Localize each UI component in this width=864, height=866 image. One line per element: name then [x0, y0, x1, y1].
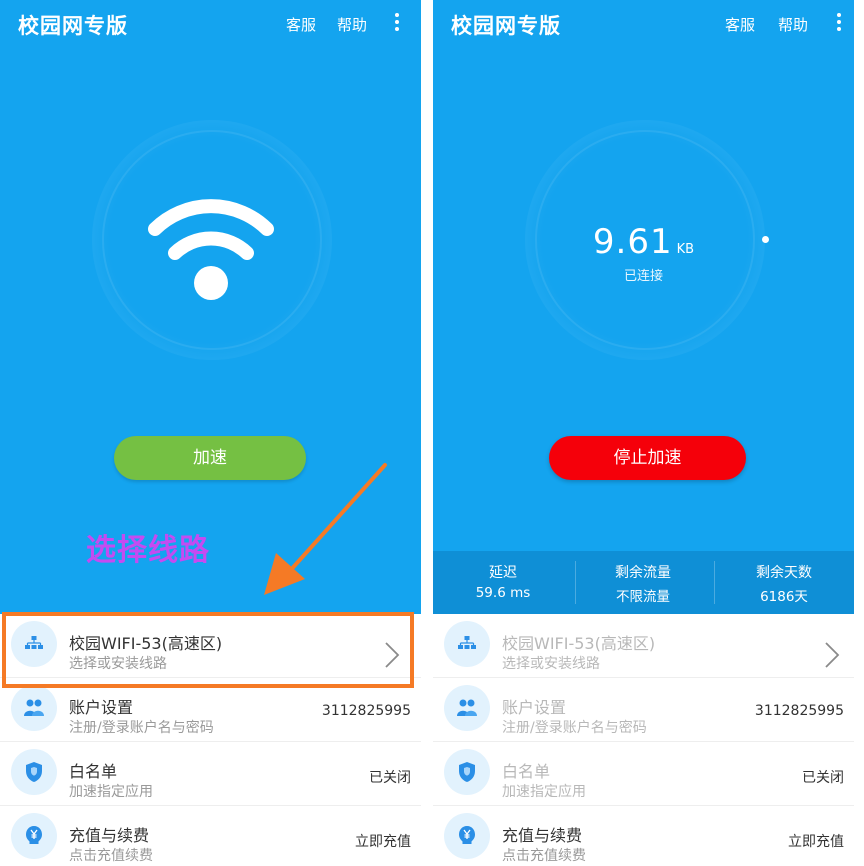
yuan-coin-icon	[11, 813, 57, 859]
more-options-icon[interactable]	[392, 13, 402, 35]
network-route-icon	[444, 621, 490, 667]
stat-label: 延迟	[489, 565, 517, 581]
recharge-subtitle: 点击充值续费	[69, 848, 153, 864]
list-item-whitelist[interactable]: 白名单 加速指定应用 已关闭	[433, 742, 854, 806]
account-id: 3112825995	[321, 703, 411, 719]
yuan-coin-icon	[444, 813, 490, 859]
route-subtitle: 选择或安装线路	[502, 656, 600, 672]
connection-status: 已连接	[623, 269, 663, 284]
list-item-recharge[interactable]: 充值与续费 点击充值续费 立即充值	[0, 806, 421, 866]
recharge-title: 充值与续费	[69, 826, 150, 845]
help-link[interactable]: 帮助	[337, 14, 367, 35]
wifi-icon	[148, 199, 274, 300]
whitelist-title: 白名单	[69, 762, 118, 781]
whitelist-title: 白名单	[502, 762, 551, 781]
stop-accelerate-button[interactable]: 停止加速	[549, 436, 746, 480]
stat-value: 不限流量	[616, 589, 670, 605]
route-highlight-box	[2, 612, 414, 688]
list-item-account[interactable]: 账户设置 注册/登录账户名与密码 3112825995	[433, 678, 854, 742]
speed-readout: 9.61 KB	[433, 222, 854, 262]
list-item-whitelist[interactable]: 白名单 加速指定应用 已关闭	[0, 742, 421, 806]
hero-area: 校园网专版 客服 帮助 9.61 KB 已连接 停止加速 延迟 59.6 ms 剩…	[433, 0, 854, 614]
list-item-recharge[interactable]: 充值与续费 点击充值续费 立即充值	[433, 806, 854, 866]
settings-list: 校园WIFI-53(高速区) 选择或安装线路 账户设置 注册/登录账户名与密码 …	[433, 614, 854, 866]
screen-connected: 校园网专版 客服 帮助 9.61 KB 已连接 停止加速 延迟 59.6 ms 剩…	[433, 0, 854, 866]
users-icon	[444, 685, 490, 731]
screen-idle: 校园网专版 客服 帮助 加速 选择线路 校园WIFI-53(高速区) 选择或安装…	[0, 0, 421, 866]
recharge-title: 充值与续费	[502, 826, 583, 845]
account-title: 账户设置	[69, 698, 134, 717]
app-title: 校园网专版	[18, 14, 128, 38]
stat-days: 剩余天数 6186天	[714, 562, 854, 605]
account-subtitle: 注册/登录账户名与密码	[502, 720, 647, 736]
stats-bar: 延迟 59.6 ms 剩余流量 不限流量 剩余天数 6186天	[433, 551, 854, 614]
account-title: 账户设置	[502, 698, 567, 717]
recharge-action[interactable]: 立即充值	[355, 831, 411, 851]
stat-traffic: 剩余流量 不限流量	[573, 562, 713, 605]
annotation-text: 选择线路	[86, 533, 210, 568]
recharge-subtitle: 点击充值续费	[502, 848, 586, 864]
account-subtitle: 注册/登录账户名与密码	[69, 720, 214, 736]
whitelist-subtitle: 加速指定应用	[69, 784, 153, 800]
list-item-route[interactable]: 校园WIFI-53(高速区) 选择或安装线路	[433, 614, 854, 678]
recharge-action[interactable]: 立即充值	[788, 831, 844, 851]
whitelist-status: 已关闭	[369, 770, 411, 786]
progress-dot	[762, 236, 769, 243]
more-options-icon[interactable]	[834, 13, 844, 35]
app-bar: 校园网专版 客服 帮助	[0, 0, 421, 48]
whitelist-status: 已关闭	[802, 770, 844, 786]
stat-latency: 延迟 59.6 ms	[433, 562, 573, 601]
annotation-arrow-icon	[264, 463, 387, 595]
chevron-right-icon	[825, 642, 840, 668]
stat-value: 59.6 ms	[475, 585, 531, 601]
stat-value: 6186天	[760, 589, 808, 605]
speed-unit: KB	[676, 242, 695, 257]
app-bar: 校园网专版 客服 帮助	[433, 0, 854, 48]
shield-icon	[444, 749, 490, 795]
route-title: 校园WIFI-53(高速区)	[502, 634, 656, 653]
users-icon	[11, 685, 57, 731]
divider	[421, 0, 433, 866]
app-title: 校园网专版	[451, 14, 561, 38]
shield-icon	[11, 749, 57, 795]
stat-label: 剩余天数	[756, 565, 812, 581]
customer-service-link[interactable]: 客服	[286, 14, 316, 35]
account-id: 3112825995	[754, 703, 844, 719]
customer-service-link[interactable]: 客服	[725, 14, 755, 35]
speed-value: 9.61	[592, 222, 673, 262]
whitelist-subtitle: 加速指定应用	[502, 784, 586, 800]
stat-label: 剩余流量	[615, 565, 671, 581]
help-link[interactable]: 帮助	[778, 14, 808, 35]
